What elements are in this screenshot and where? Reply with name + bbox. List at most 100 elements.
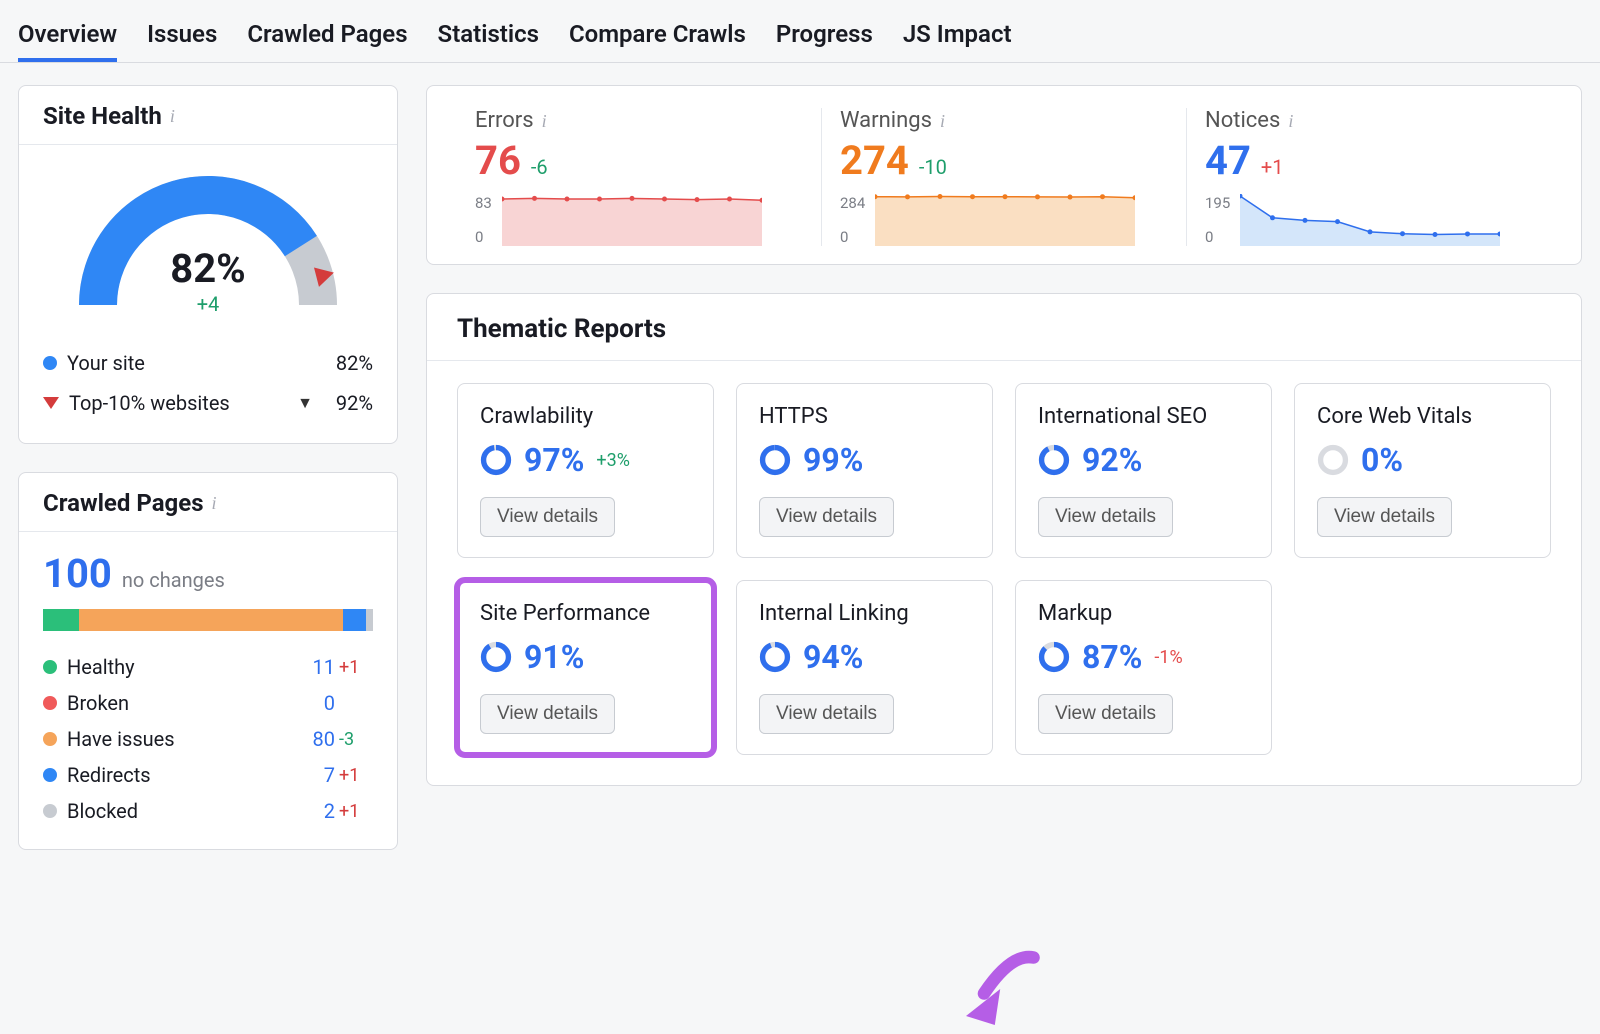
chevron-down-icon[interactable]: ▼ — [297, 393, 313, 413]
report-internal-linking: Internal Linking94%View details — [736, 580, 993, 755]
donut-icon — [759, 641, 791, 673]
report-core-web-vitals: Core Web Vitals0%View details — [1294, 383, 1551, 558]
legend-row[interactable]: Top-10% websites▼92% — [43, 383, 373, 423]
thematic-reports-card: Thematic Reports Crawlability 97% +3% View … — [426, 293, 1582, 786]
report-title: Site Performance — [480, 601, 691, 626]
view-details-button[interactable]: View details — [759, 694, 894, 734]
tab-js-impact[interactable]: JS Impact — [903, 10, 1012, 62]
report-title: Crawlability — [480, 404, 691, 429]
tab-compare-crawls[interactable]: Compare Crawls — [569, 10, 746, 62]
annotation-arrow-icon — [957, 944, 1047, 1034]
view-details-button[interactable]: View details — [759, 497, 894, 537]
tab-statistics[interactable]: Statistics — [438, 10, 539, 62]
donut-icon — [1317, 444, 1349, 476]
row-value: 11 — [287, 655, 335, 679]
metrics-card: Errorsi76-6830Warningsi274-102840Notices… — [426, 85, 1582, 265]
metric-warnings[interactable]: Warnings i 274 -10 2840 — [821, 108, 1186, 246]
dot-icon — [43, 356, 57, 370]
row-change: +1 — [339, 765, 373, 786]
bar-segment — [343, 609, 366, 631]
report-pct: 91% — [524, 638, 584, 676]
donut-icon — [1038, 641, 1070, 673]
row-change: +1 — [339, 657, 373, 678]
dot-icon — [43, 660, 57, 674]
gauge-score: 82% — [68, 245, 348, 292]
row-label: Broken — [67, 691, 287, 715]
sparkline-icon — [502, 194, 762, 246]
row-label: Healthy — [67, 655, 287, 679]
y-axis: 1950 — [1205, 194, 1230, 246]
legend-label: Your site — [67, 351, 313, 375]
donut-icon — [480, 444, 512, 476]
thematic-title: Thematic Reports — [427, 294, 1581, 361]
metric-notices[interactable]: Noticesi47+11950 — [1186, 108, 1551, 246]
crawled-row[interactable]: Blocked2+1 — [43, 793, 373, 829]
tab-crawled-pages[interactable]: Crawled Pages — [247, 10, 407, 62]
row-change: +1 — [339, 801, 373, 822]
report-title: Core Web Vitals — [1317, 404, 1528, 429]
dot-icon — [43, 732, 57, 746]
metric-value: 274 — [840, 137, 909, 184]
y-axis: 2840 — [840, 194, 865, 246]
report-pct: 99% — [803, 441, 863, 479]
metric-delta: -6 — [531, 155, 548, 179]
view-details-button[interactable]: View details — [1038, 497, 1173, 537]
bar-segment — [79, 609, 343, 631]
tab-issues[interactable]: Issues — [147, 10, 217, 62]
donut-icon — [1038, 444, 1070, 476]
report-title: Internal Linking — [759, 601, 970, 626]
view-details-button[interactable]: View details — [1038, 694, 1173, 734]
metric-value: 47 — [1205, 137, 1251, 184]
dot-icon — [43, 804, 57, 818]
report-pct: 87% — [1082, 638, 1142, 676]
tabs-bar: Overview Issues Crawled Pages Statistics Com… — [0, 0, 1600, 63]
info-icon[interactable]: i — [212, 493, 217, 514]
crawled-row[interactable]: Redirects7+1 — [43, 757, 373, 793]
info-icon[interactable]: i — [940, 111, 945, 131]
report-title: HTTPS — [759, 404, 970, 429]
legend-value: 92% — [313, 391, 373, 415]
tab-overview[interactable]: Overview — [18, 10, 117, 62]
donut-icon — [480, 641, 512, 673]
donut-icon — [759, 444, 791, 476]
crawled-pages-title: Crawled Pages — [43, 489, 204, 517]
legend-value: 82% — [313, 351, 373, 375]
row-change: -3 — [339, 729, 373, 750]
report-markup: Markup87%-1%View details — [1015, 580, 1272, 755]
report-delta: +3% — [596, 450, 630, 471]
crawled-row[interactable]: Healthy11+1 — [43, 649, 373, 685]
triangle-icon — [43, 397, 59, 409]
crawled-row[interactable]: Broken0 — [43, 685, 373, 721]
metric-errors[interactable]: Errorsi 76 -6 830 — [457, 108, 821, 246]
info-icon[interactable]: i — [542, 111, 547, 131]
report-site-performance: Site Performance 91% View details — [457, 580, 714, 755]
y-axis: 830 — [475, 194, 492, 246]
crawled-pages-card: Crawled Pages i 100 no changes Healthy11… — [18, 472, 398, 850]
info-icon[interactable]: i — [170, 106, 175, 127]
report-https: HTTPS 99% View details — [736, 383, 993, 558]
view-details-button[interactable]: View details — [480, 694, 615, 734]
report-title: Markup — [1038, 601, 1249, 626]
metric-label: Warnings — [840, 108, 932, 133]
row-value: 0 — [287, 691, 335, 715]
bar-segment — [43, 609, 79, 631]
info-icon[interactable]: i — [1288, 111, 1293, 131]
crawled-total: 100 — [43, 550, 112, 597]
metric-label: Notices — [1205, 108, 1280, 133]
dot-icon — [43, 696, 57, 710]
crawled-row[interactable]: Have issues80-3 — [43, 721, 373, 757]
legend-row: Your site82% — [43, 343, 373, 383]
metric-delta: -10 — [919, 155, 947, 179]
metric-label: Errors — [475, 108, 534, 133]
tab-progress[interactable]: Progress — [776, 10, 873, 62]
view-details-button[interactable]: View details — [1317, 497, 1452, 537]
report-pct: 97% — [524, 441, 584, 479]
crawled-subtext: no changes — [122, 568, 225, 592]
row-label: Have issues — [67, 727, 287, 751]
view-details-button[interactable]: View details — [480, 497, 615, 537]
report-pct: 92% — [1082, 441, 1142, 479]
report-title: International SEO — [1038, 404, 1249, 429]
gauge-delta: +4 — [68, 292, 348, 316]
metric-value: 76 — [475, 137, 521, 184]
row-label: Blocked — [67, 799, 287, 823]
